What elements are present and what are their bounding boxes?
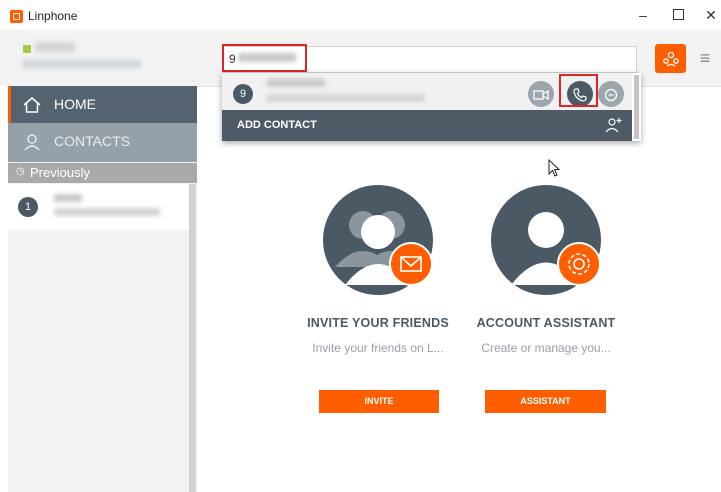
sidebar-item-home-label: HOME [54,96,96,112]
video-camera-icon [533,89,549,100]
recent-call-badge: 1 [18,197,38,217]
maximize-icon [672,9,684,20]
history-icon: ◷ [16,166,25,177]
search-highlight-box [222,44,307,72]
title-bar: Linphone – ✕ [0,0,721,30]
previously-header: ◷ Previously [8,163,197,183]
home-icon [22,95,42,115]
invite-card-title: INVITE YOUR FRIENDS [307,316,449,330]
video-call-button[interactable] [528,81,554,107]
add-contact-label: ADD CONTACT [237,119,317,131]
sidebar-item-home[interactable]: HOME [8,86,197,123]
dropdown-scrollbar[interactable] [634,75,639,139]
recent-call-address-blurred [54,208,160,216]
mouse-cursor-icon [548,158,561,182]
invite-button[interactable]: INVITE [319,390,439,413]
previously-label: Previously [30,165,90,180]
envelope-icon [389,242,433,286]
assistant-card-description: Create or manage you... [481,341,611,355]
window-title: Linphone [28,9,78,23]
sidebar-item-contacts[interactable]: CONTACTS [8,123,197,162]
add-contact-row[interactable]: ADD CONTACT [222,110,632,141]
close-button[interactable]: ✕ [696,4,721,26]
search-result-badge: 9 [233,84,253,104]
invite-card: INVITE YOUR FRIENDS Invite your friends … [298,170,458,415]
add-contact-icon [605,117,623,136]
assistant-card-title: ACCOUNT ASSISTANT [476,316,616,330]
search-results-dropdown: 9 ADD CONTACT [222,73,641,141]
sidebar-item-contacts-label: CONTACTS [54,133,130,149]
chat-button[interactable] [598,81,624,107]
conference-icon [662,52,679,67]
active-nav-indicator [8,86,11,123]
gear-icon [557,242,601,286]
search-result-address-blurred [267,94,425,102]
chat-bubble-icon [604,88,618,101]
sidebar-scrollbar[interactable] [189,184,196,492]
invite-card-description: Invite your friends on L... [312,341,444,355]
search-result-name-blurred [267,79,325,87]
recent-call-name-blurred [54,194,82,202]
linphone-logo-icon [10,10,23,23]
account-address-blurred [23,60,141,68]
assistant-button[interactable]: ASSISTANT [485,390,606,413]
contacts-icon [22,132,42,152]
menu-button[interactable]: ≡ [696,48,714,68]
conference-button[interactable] [655,44,686,73]
search-result-item[interactable]: 9 [222,73,632,110]
sidebar-edge [0,86,8,492]
account-name-blurred[interactable] [35,42,75,52]
presence-indicator [23,45,31,53]
minimize-button[interactable]: – [628,4,658,26]
maximize-button[interactable] [663,4,693,26]
assistant-card: ACCOUNT ASSISTANT Create or manage you..… [466,170,626,415]
call-highlight-box [559,74,598,107]
recent-call-item[interactable]: 1 [8,184,189,230]
